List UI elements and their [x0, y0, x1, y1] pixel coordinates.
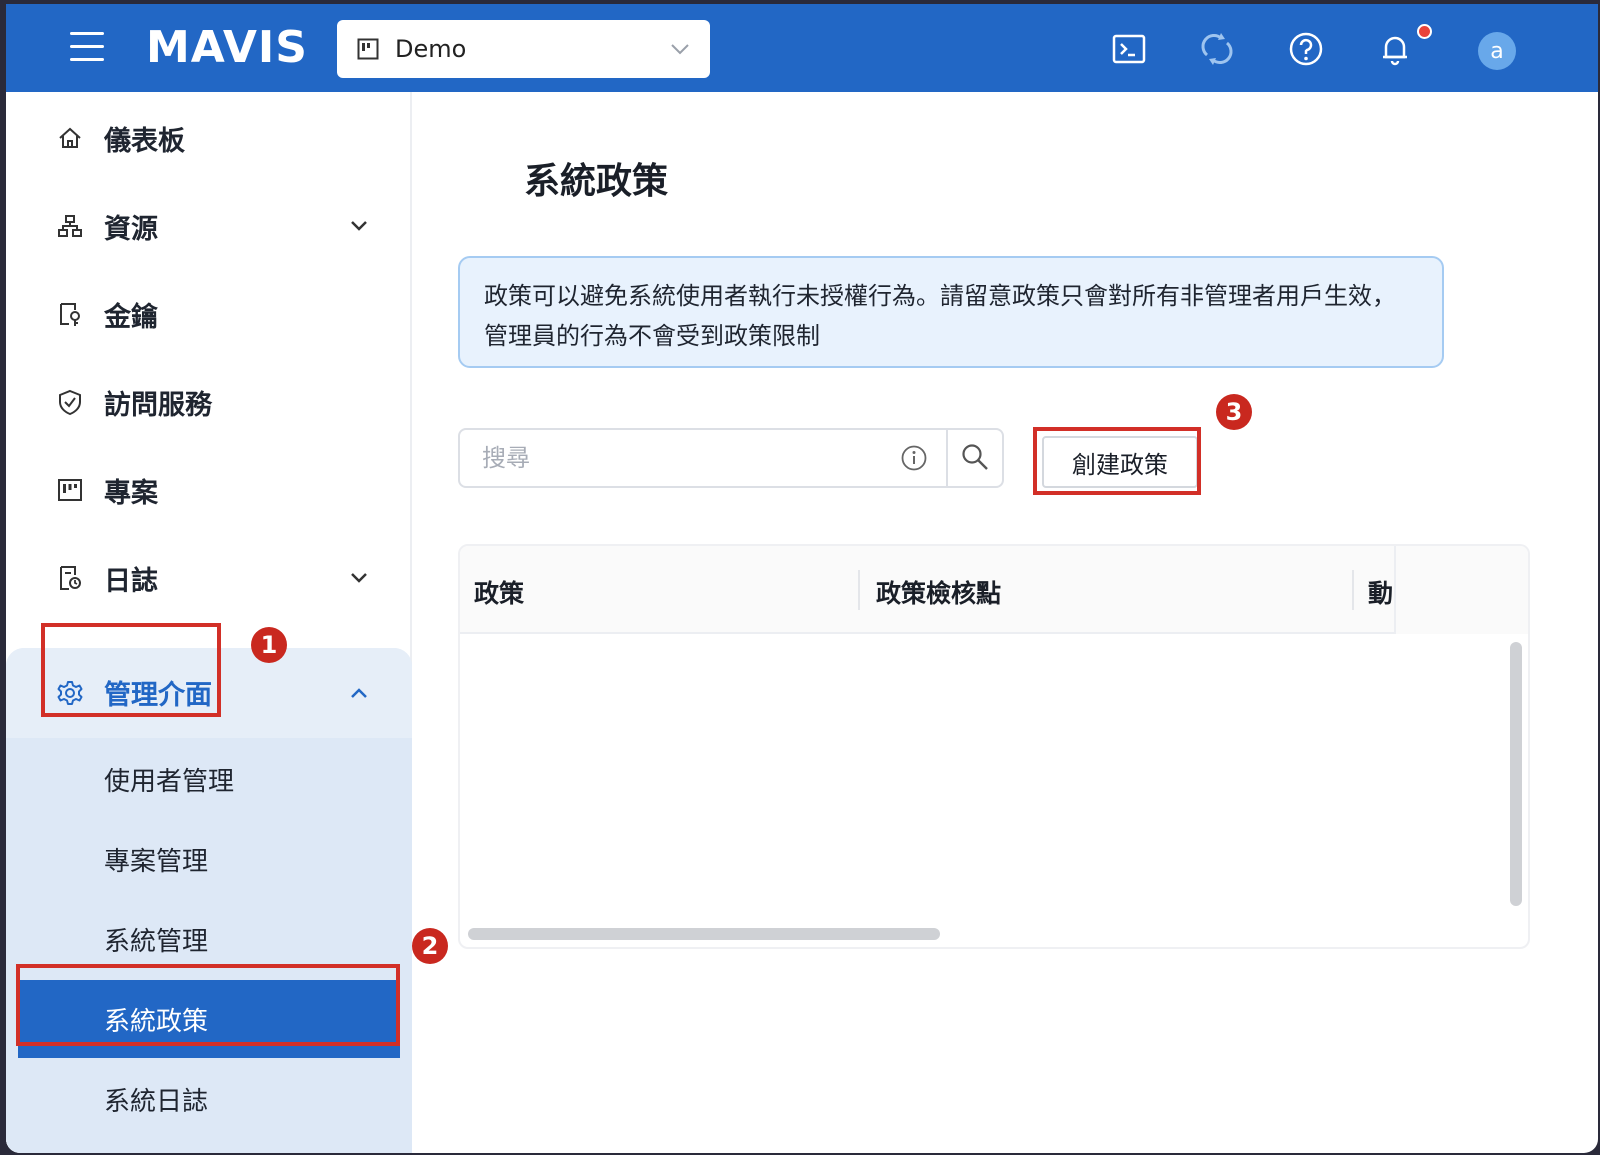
sidebar-subitem-system-management[interactable]: 系統管理 [18, 900, 400, 978]
sidebar-item-label: 金鑰 [104, 301, 158, 333]
menu-icon[interactable] [70, 32, 104, 62]
sidebar-item-label: 日誌 [104, 565, 158, 597]
sidebar-item-access-services[interactable]: 訪問服務 [6, 370, 412, 434]
annotation-badge-1: 1 [251, 627, 287, 663]
sidebar-item-resources[interactable]: 資源 [6, 194, 412, 258]
sidebar-item-label: 管理介面 [104, 680, 212, 711]
column-separator [1352, 570, 1354, 610]
sidebar-item-keys[interactable]: 金鑰 [6, 282, 412, 346]
column-header-checkpoint[interactable]: 政策檢核點 [876, 574, 1001, 610]
avatar[interactable]: a [1478, 32, 1516, 70]
sidebar-subitem-label: 系統政策 [104, 1006, 209, 1037]
sidebar-subitem-project-management[interactable]: 專案管理 [18, 820, 400, 898]
app-window: MAVIS Demo a 儀表板 資源 金鑰 訪問服務 專案 日誌 管理介面 使… [6, 4, 1598, 1153]
info-icon[interactable] [900, 444, 928, 472]
bell-icon[interactable] [1376, 30, 1414, 68]
chevron-up-icon [351, 688, 367, 698]
sidebar-subitem-user-management[interactable]: 使用者管理 [18, 740, 400, 818]
page-title: 系統政策 [524, 161, 669, 202]
logo: MAVIS [146, 22, 308, 73]
search-divider [946, 430, 948, 486]
search-box [458, 428, 1004, 488]
policy-table: 政策 政策檢核點 動 [458, 544, 1530, 949]
info-alert: 政策可以避免系統使用者執行未授權行為。請留意政策只會對所有非管理者用戶生效，管理… [458, 256, 1444, 368]
table-header: 政策 政策檢核點 動 [460, 546, 1528, 634]
sidebar-item-label: 資源 [104, 213, 158, 245]
create-policy-button[interactable]: 創建政策 [1042, 436, 1198, 488]
project-select[interactable]: Demo [337, 20, 710, 78]
sidebar-item-dashboard[interactable]: 儀表板 [6, 106, 412, 170]
resources-icon [58, 215, 82, 237]
chevron-down-icon [351, 573, 367, 583]
sidebar-item-logs[interactable]: 日誌 [6, 546, 412, 610]
key-icon [60, 303, 80, 326]
shield-icon [59, 389, 81, 416]
sidebar-subitem-system-policy[interactable]: 系統政策 [18, 980, 400, 1058]
notification-dot [1417, 24, 1432, 39]
sidebar-subitem-label: 系統日誌 [104, 1086, 209, 1117]
vertical-scrollbar[interactable] [1510, 642, 1522, 906]
search-input[interactable] [460, 430, 898, 486]
sidebar-item-projects[interactable]: 專案 [6, 458, 412, 522]
project-icon [58, 479, 82, 501]
gear-icon [57, 681, 83, 705]
log-icon [60, 566, 81, 590]
chevron-down-icon [671, 44, 689, 55]
sidebar: 儀表板 資源 金鑰 訪問服務 專案 日誌 管理介面 使用者管理 專案管理 系統管… [6, 92, 412, 1153]
search-icon[interactable] [960, 442, 990, 472]
project-select-value: Demo [395, 35, 467, 63]
sticky-action-column [1394, 546, 1528, 634]
sidebar-subitem-label: 使用者管理 [104, 766, 235, 797]
sidebar-item-label: 專案 [104, 477, 158, 509]
terminal-icon[interactable] [1110, 30, 1148, 68]
help-icon[interactable] [1287, 30, 1325, 68]
sidebar-item-label: 訪問服務 [104, 389, 212, 421]
sidebar-item-label: 儀表板 [104, 125, 185, 157]
annotation-badge-2: 2 [412, 928, 448, 964]
column-header-policy[interactable]: 政策 [474, 574, 524, 610]
top-bar: MAVIS Demo a [6, 4, 1598, 92]
horizontal-scrollbar[interactable] [468, 928, 940, 940]
sidebar-subitem-label: 專案管理 [104, 846, 209, 877]
sidebar-item-admin[interactable]: 管理介面 [6, 648, 412, 738]
home-icon [59, 127, 81, 148]
column-header-action[interactable]: 動 [1368, 574, 1393, 610]
chevron-down-icon [351, 221, 367, 231]
admin-menu-group: 管理介面 使用者管理 專案管理 系統管理 系統政策 系統日誌 [6, 648, 412, 1153]
sidebar-subitem-label: 系統管理 [104, 926, 209, 957]
sync-icon[interactable] [1198, 30, 1236, 68]
column-separator [858, 570, 860, 610]
project-icon [357, 38, 379, 60]
annotation-badge-3: 3 [1216, 394, 1252, 430]
sidebar-subitem-system-logs[interactable]: 系統日誌 [18, 1060, 400, 1138]
